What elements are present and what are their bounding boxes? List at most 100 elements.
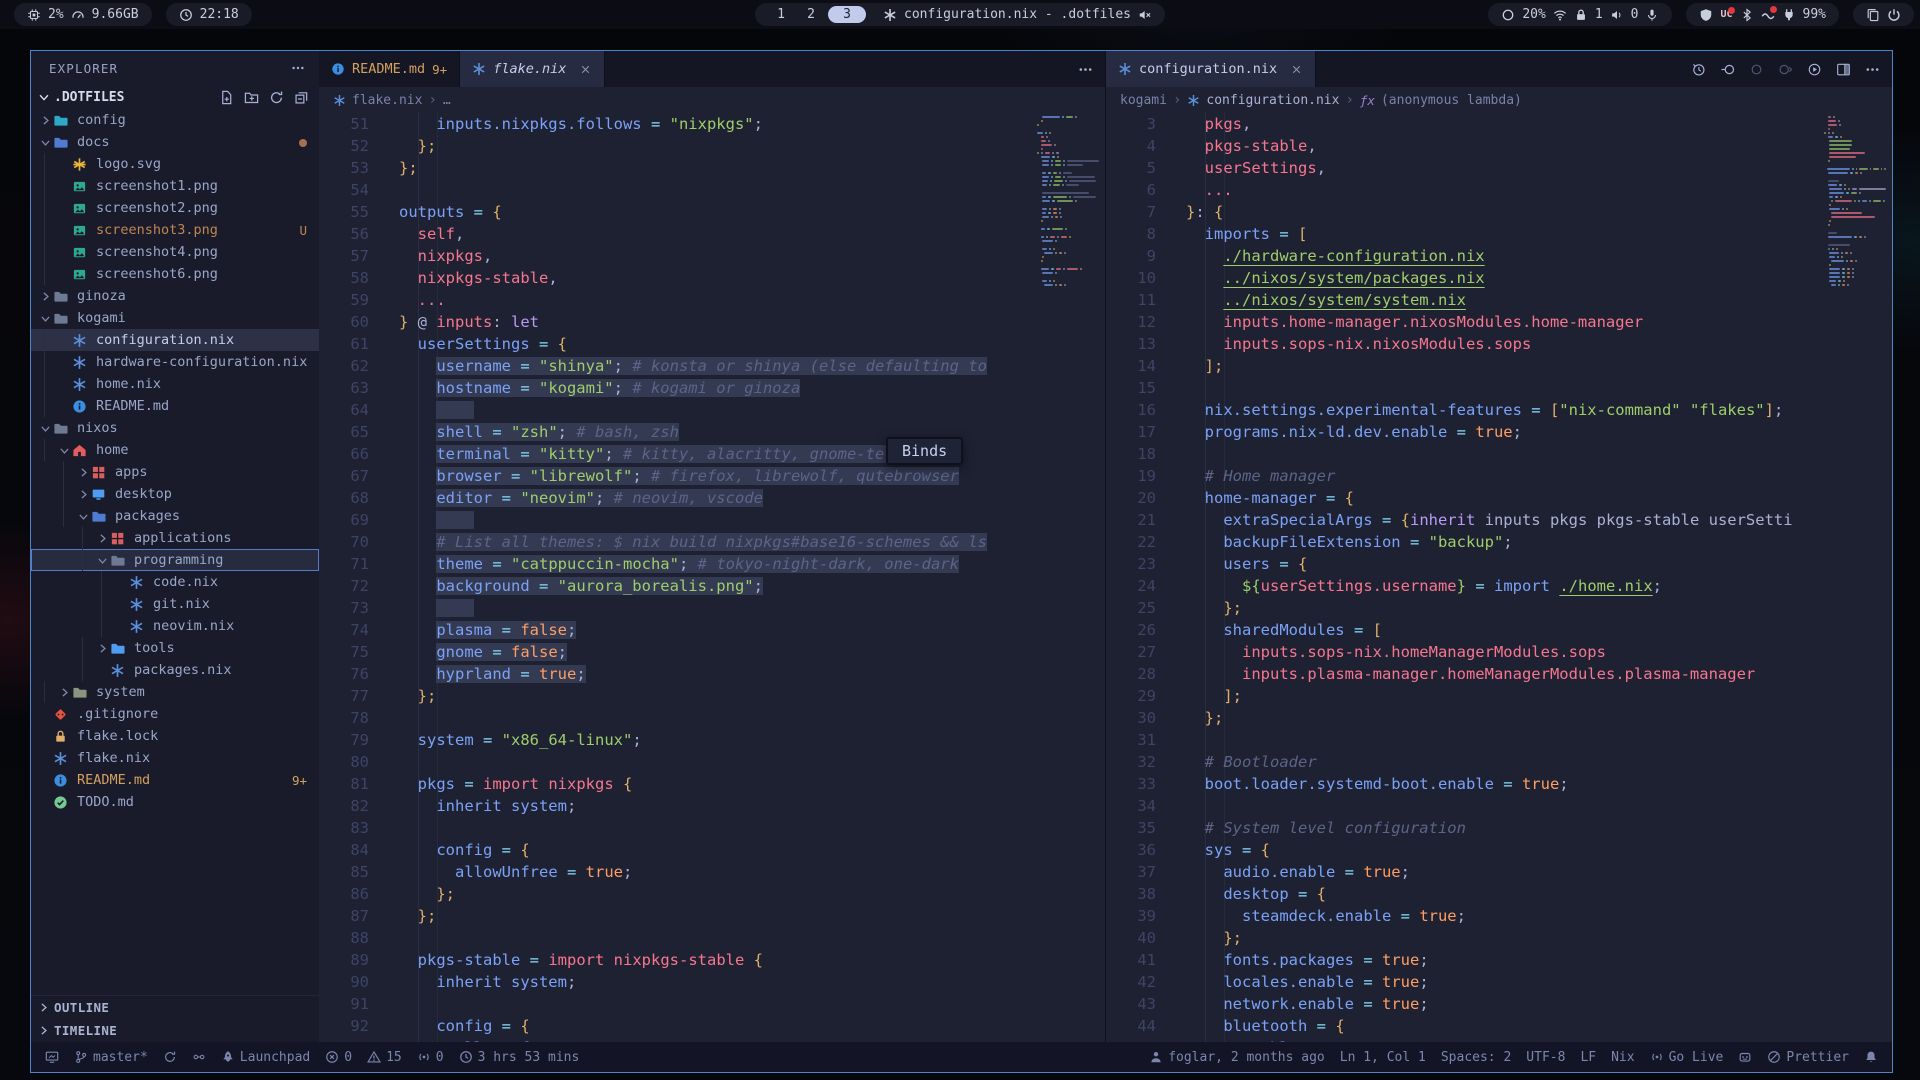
code-line[interactable]: 37 audio.enable = true;: [1106, 861, 1892, 883]
code-line[interactable]: 27 inputs.sops-nix.homeManagerModules.so…: [1106, 641, 1892, 663]
workspace-1[interactable]: 1: [768, 7, 794, 22]
tree-item-packages-nix[interactable]: packages.nix: [31, 659, 319, 681]
close-icon[interactable]: [1290, 63, 1303, 76]
code-line[interactable]: 76 hyprland = true;: [319, 663, 1105, 685]
time-tracker[interactable]: 3 hrs 53 mins: [459, 1050, 580, 1065]
bluetooth-icon[interactable]: [1740, 8, 1754, 22]
breadcrumb-item[interactable]: flake.nix: [352, 93, 422, 108]
code-line[interactable]: 5 userSettings,: [1106, 157, 1892, 179]
power-icon[interactable]: [1887, 8, 1901, 22]
status-pill-controls[interactable]: 20%10: [1488, 3, 1672, 26]
code-line[interactable]: 31: [1106, 729, 1892, 751]
brightness-icon[interactable]: [1501, 8, 1515, 22]
tree-item-config[interactable]: config: [31, 109, 319, 131]
uc-tray-icon[interactable]: UC: [1720, 9, 1732, 20]
code-line[interactable]: 45 enable = true;: [1106, 1037, 1892, 1042]
code-line[interactable]: 36 sys = {: [1106, 839, 1892, 861]
clipboard-icon[interactable]: [1866, 8, 1880, 22]
code-line[interactable]: 20 home-manager = {: [1106, 487, 1892, 509]
open-changes-icon[interactable]: [1720, 62, 1735, 77]
code-line[interactable]: 44 bluetooth = {: [1106, 1015, 1892, 1037]
code-line[interactable]: 24 ${userSettings.username} = import ./h…: [1106, 575, 1892, 597]
tree-item-packages[interactable]: packages: [31, 505, 319, 527]
tree-item-screenshot4-png[interactable]: screenshot4.png: [31, 241, 319, 263]
sync-changes[interactable]: [163, 1050, 177, 1064]
code-line[interactable]: 81 pkgs = import nixpkgs {: [319, 773, 1105, 795]
chevron-right-icon[interactable]: [94, 642, 110, 655]
tree-item--gitignore[interactable]: .gitignore: [31, 703, 319, 725]
git-compare[interactable]: [192, 1050, 206, 1064]
code-line[interactable]: 69: [319, 509, 1105, 531]
run-circle-icon[interactable]: [1807, 62, 1822, 77]
code-line[interactable]: 51 inputs.nixpkgs.follows = "nixpkgs";: [319, 113, 1105, 135]
tree-item-applications[interactable]: applications: [31, 527, 319, 549]
code-line[interactable]: 14 ];: [1106, 355, 1892, 377]
explorer-more-actions-icon[interactable]: [291, 61, 305, 75]
launchpad[interactable]: Launchpad: [221, 1050, 310, 1065]
chevron-down-icon[interactable]: [37, 422, 53, 435]
encoding[interactable]: UTF-8: [1526, 1050, 1565, 1065]
code-line[interactable]: 72 background = "aurora_borealis.png";: [319, 575, 1105, 597]
code-line[interactable]: 70 # List all themes: $ nix build nixpkg…: [319, 531, 1105, 553]
code-line[interactable]: 8 imports = [: [1106, 223, 1892, 245]
tree-item-flake-lock[interactable]: flake.lock: [31, 725, 319, 747]
volume-icon[interactable]: [1610, 8, 1624, 22]
tree-item-readme-md[interactable]: README.md9+: [31, 769, 319, 791]
workspace-3[interactable]: 3: [828, 6, 866, 23]
chevron-right-icon[interactable]: [37, 290, 53, 303]
code-line[interactable]: 75 gnome = false;: [319, 641, 1105, 663]
code-line[interactable]: 10 ../nixos/system/packages.nix: [1106, 267, 1892, 289]
tree-item-flake-nix[interactable]: flake.nix: [31, 747, 319, 769]
errors[interactable]: 0: [325, 1050, 352, 1065]
code-line[interactable]: 40 };: [1106, 927, 1892, 949]
code-line[interactable]: 12 inputs.home-manager.nixosModules.home…: [1106, 311, 1892, 333]
indentation[interactable]: Spaces: 2: [1441, 1050, 1511, 1065]
code-line[interactable]: 52 };: [319, 135, 1105, 157]
minimap[interactable]: [1824, 113, 1886, 1042]
tree-item-configuration-nix[interactable]: configuration.nix: [31, 329, 319, 351]
breadcrumb-item[interactable]: (anonymous lambda): [1381, 93, 1522, 108]
code-line[interactable]: 39 steamdeck.enable = true;: [1106, 905, 1892, 927]
tree-item-ginoza[interactable]: ginoza: [31, 285, 319, 307]
code-line[interactable]: 77 };: [319, 685, 1105, 707]
vpn-shield-icon[interactable]: [1699, 8, 1713, 22]
battery-icon[interactable]: [1782, 8, 1796, 22]
tab-flake-nix[interactable]: flake.nix: [460, 51, 605, 87]
code-line[interactable]: 86 };: [319, 883, 1105, 905]
git-branch[interactable]: master*: [74, 1050, 148, 1065]
code-line[interactable]: 29 ];: [1106, 685, 1892, 707]
split-editor-icon[interactable]: [1836, 62, 1851, 77]
keyboard-layout-icon[interactable]: [1574, 8, 1588, 22]
chevron-right-icon[interactable]: [56, 686, 72, 699]
code-line[interactable]: 43 network.enable = true;: [1106, 993, 1892, 1015]
code-line[interactable]: 74 plasma = false;: [319, 619, 1105, 641]
workspace-2[interactable]: 2: [798, 7, 824, 22]
tray-wave-icon[interactable]: [1761, 8, 1775, 22]
code-line[interactable]: 64: [319, 399, 1105, 421]
code-line[interactable]: 80: [319, 751, 1105, 773]
tree-item-screenshot3-png[interactable]: screenshot3.pngU: [31, 219, 319, 241]
code-line[interactable]: 19 # Home manager: [1106, 465, 1892, 487]
chevron-right-icon[interactable]: [37, 114, 53, 127]
workspace-root-row[interactable]: .DOTFILES: [31, 85, 319, 109]
code-line[interactable]: 83: [319, 817, 1105, 839]
microphone-icon[interactable]: [1645, 8, 1659, 22]
code-line[interactable]: 84 config = {: [319, 839, 1105, 861]
code-line[interactable]: 89 pkgs-stable = import nixpkgs-stable {: [319, 949, 1105, 971]
remote-indicator[interactable]: [45, 1050, 59, 1064]
eol[interactable]: LF: [1580, 1050, 1596, 1065]
code-line[interactable]: 22 backupFileExtension = "backup";: [1106, 531, 1892, 553]
history-icon[interactable]: [1691, 62, 1706, 77]
code-line[interactable]: 54: [319, 179, 1105, 201]
breadcrumb-item[interactable]: kogami: [1120, 93, 1167, 108]
chevron-down-icon[interactable]: [37, 136, 53, 149]
section-outline[interactable]: OUTLINE: [31, 996, 319, 1019]
breadcrumb-left[interactable]: flake.nix›…: [319, 87, 1105, 113]
code-line[interactable]: 67 browser = "librewolf"; # firefox, lib…: [319, 465, 1105, 487]
tree-item-todo-md[interactable]: TODO.md: [31, 791, 319, 813]
new-file-icon[interactable]: [219, 90, 234, 105]
notifications[interactable]: [1864, 1050, 1878, 1064]
code-line[interactable]: 62 username = "shinya"; # konsta or shin…: [319, 355, 1105, 377]
chevron-down-icon[interactable]: [94, 554, 110, 567]
tree-item-kogami[interactable]: kogami: [31, 307, 319, 329]
